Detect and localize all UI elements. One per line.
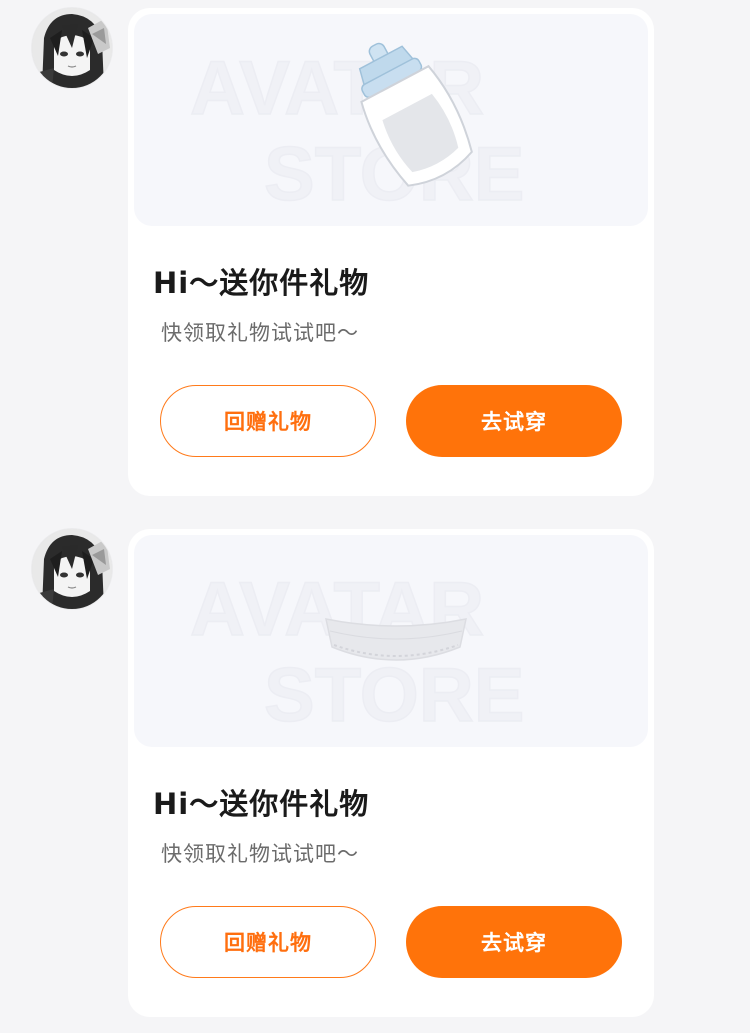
gift-subtitle: 快领取礼物试试吧～ <box>161 321 359 345</box>
gift-message: AVATAR STORE Hi～送你件礼物 快领取礼物试试吧～ 回赠礼物 去试穿 <box>0 8 750 498</box>
anime-avatar-icon <box>32 529 112 609</box>
sender-avatar[interactable] <box>32 8 112 88</box>
anime-avatar-icon <box>32 8 112 88</box>
gift-preview: AVATAR STORE <box>134 535 648 747</box>
try-on-button[interactable]: 去试穿 <box>406 385 622 457</box>
gift-subtitle: 快领取礼物试试吧～ <box>161 842 359 866</box>
try-on-button[interactable]: 去试穿 <box>406 906 622 978</box>
sender-avatar[interactable] <box>32 529 112 609</box>
gift-preview: AVATAR STORE <box>134 14 648 226</box>
gift-card: AVATAR STORE Hi～送你件礼物 快领取礼物试试吧～ 回赠礼物 去试穿 <box>128 529 654 1017</box>
gift-card: AVATAR STORE Hi～送你件礼物 快领取礼物试试吧～ 回赠礼物 去试穿 <box>128 8 654 496</box>
gift-title: Hi～送你件礼物 <box>153 266 370 300</box>
lace-collar-icon <box>325 618 467 661</box>
return-gift-button[interactable]: 回赠礼物 <box>160 385 376 457</box>
gift-title: Hi～送你件礼物 <box>153 787 370 821</box>
return-gift-button[interactable]: 回赠礼物 <box>160 906 376 978</box>
gift-message: AVATAR STORE Hi～送你件礼物 快领取礼物试试吧～ 回赠礼物 去试穿 <box>0 529 750 1019</box>
baby-bottle-icon <box>358 42 473 187</box>
